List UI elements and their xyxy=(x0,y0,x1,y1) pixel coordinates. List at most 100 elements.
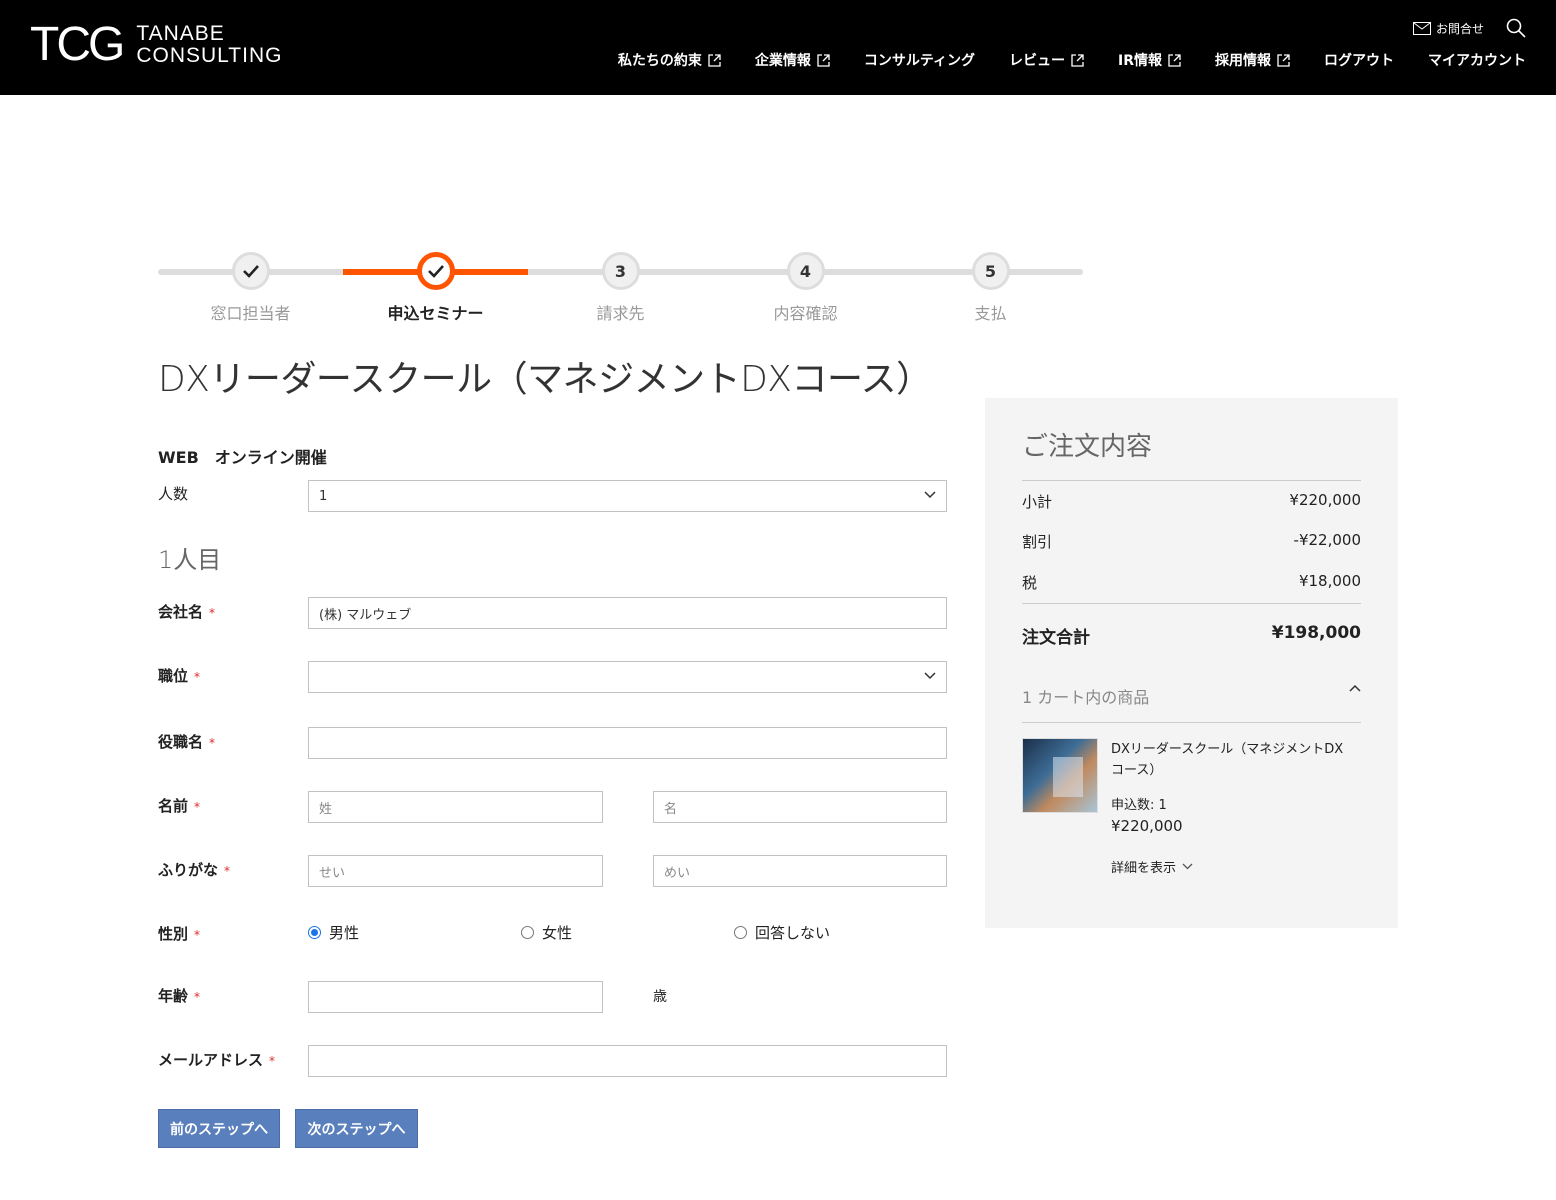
discount-label: 割引 xyxy=(1022,533,1053,551)
person-heading: 1人目 xyxy=(158,546,222,574)
first-name-input[interactable]: 名 xyxy=(653,791,947,823)
chevron-up-icon xyxy=(1349,684,1361,692)
email-label: メールアドレス * xyxy=(158,1049,275,1070)
nav-company[interactable]: 企業情報 xyxy=(755,50,830,70)
age-label: 年齢 * xyxy=(158,985,200,1006)
discount-value: -¥22,000 xyxy=(1293,531,1361,549)
search-icon[interactable] xyxy=(1506,18,1526,38)
radio-label: 男性 xyxy=(329,924,360,942)
company-input[interactable]: (株) マルウェブ xyxy=(308,597,947,629)
external-link-icon xyxy=(817,53,830,67)
last-name-input[interactable]: 姓 xyxy=(308,791,603,823)
label-text: メールアドレス xyxy=(158,1051,264,1069)
nav-recruit[interactable]: 採用情報 xyxy=(1215,50,1290,70)
last-kana-input[interactable]: せい xyxy=(308,855,603,887)
page-title: DXリーダースクール（マネジメントDXコース） xyxy=(158,359,932,400)
radio-label: 女性 xyxy=(542,924,573,942)
total-value: ¥198,000 xyxy=(1271,623,1361,643)
label-text: 年齢 xyxy=(158,987,189,1005)
label-text: 職位 xyxy=(158,667,189,685)
age-input[interactable] xyxy=(308,981,603,1013)
nav-label: 私たちの約束 xyxy=(617,53,702,69)
nav-label: 企業情報 xyxy=(754,53,811,69)
step-payment: 5 支払 xyxy=(898,248,1083,324)
divider xyxy=(1022,603,1361,604)
nav-label: コンサルティング xyxy=(863,53,975,69)
gender-label: 性別 * xyxy=(158,923,200,944)
placeholder: 名 xyxy=(664,801,678,817)
logo-text: TANABE CONSULTING xyxy=(136,23,282,67)
step-circle xyxy=(231,252,270,290)
nav-consulting[interactable]: コンサルティング xyxy=(864,50,975,70)
logo-mark: TCG xyxy=(30,18,125,71)
position-select[interactable] xyxy=(308,661,947,693)
tax-value: ¥18,000 xyxy=(1298,572,1361,590)
radio-selected-icon xyxy=(308,926,321,939)
divider xyxy=(1022,722,1361,723)
kana-label: ふりがな * xyxy=(158,859,230,880)
label-text: 役職名 xyxy=(158,733,204,751)
step-circle: 3 xyxy=(601,252,640,290)
check-icon xyxy=(242,265,259,278)
step-seminar[interactable]: 申込セミナー xyxy=(343,248,528,324)
nav-ir[interactable]: IR情報 xyxy=(1118,50,1181,70)
product-thumbnail xyxy=(1022,738,1098,813)
logo-line-1: TANABE xyxy=(136,22,225,45)
cart-label: 1 カート内の商品 xyxy=(1022,688,1150,707)
position-label: 職位 * xyxy=(158,665,200,686)
order-summary: ご注文内容 小計 ¥220,000 割引 -¥22,000 税 ¥18,000 … xyxy=(985,398,1398,928)
step-label: 支払 xyxy=(974,304,1007,323)
placeholder: 姓 xyxy=(319,801,333,817)
nav-label: レビュー xyxy=(1009,53,1065,69)
external-link-icon xyxy=(1071,53,1084,67)
external-link-icon xyxy=(1277,53,1290,67)
step-label: 窓口担当者 xyxy=(210,304,291,323)
total-label: 注文合計 xyxy=(1022,628,1090,648)
count-select[interactable]: 1 xyxy=(308,480,947,512)
prev-step-button[interactable]: 前のステップへ xyxy=(158,1109,280,1148)
first-kana-input[interactable]: めい xyxy=(653,855,947,887)
contact-link[interactable]: お問合せ xyxy=(1412,20,1484,37)
gender-no-answer-radio[interactable]: 回答しない xyxy=(734,922,830,943)
show-details-link[interactable]: 詳細を表示 xyxy=(1111,857,1193,876)
required-mark: * xyxy=(194,928,201,942)
nav-review[interactable]: レビュー xyxy=(1009,50,1084,70)
chevron-down-icon xyxy=(924,672,936,680)
placeholder: せい xyxy=(319,865,346,881)
required-mark: * xyxy=(269,1054,276,1068)
step-circle xyxy=(416,252,455,290)
nav-logout[interactable]: ログアウト xyxy=(1324,50,1394,70)
nav-label: IR情報 xyxy=(1118,53,1162,69)
step-contact[interactable]: 窓口担当者 xyxy=(158,248,343,324)
job-title-input[interactable] xyxy=(308,727,947,759)
nav-label: ログアウト xyxy=(1324,53,1394,69)
required-mark: * xyxy=(194,670,201,684)
step-circle: 5 xyxy=(971,252,1010,290)
company-value: (株) マルウェブ xyxy=(319,607,412,623)
radio-icon xyxy=(734,926,747,939)
subtotal-row: 小計 ¥220,000 xyxy=(1022,491,1361,512)
discount-row: 割引 -¥22,000 xyxy=(1022,531,1361,552)
cart-items-toggle[interactable]: 1 カート内の商品 xyxy=(1022,684,1361,708)
required-mark: * xyxy=(209,736,216,750)
required-mark: * xyxy=(194,990,201,1004)
utility-bar: お問合せ xyxy=(1412,18,1526,38)
checkout-stepper: 窓口担当者 申込セミナー 3 請求先 4 内容確認 5 支払 xyxy=(158,248,1083,328)
site-logo[interactable]: TCG TANABE CONSULTING xyxy=(30,18,282,71)
gender-female-radio[interactable]: 女性 xyxy=(521,922,572,943)
nav-my-account[interactable]: マイアカウント xyxy=(1428,50,1526,70)
nav-label: マイアカウント xyxy=(1428,53,1526,69)
label-text: 性別 xyxy=(158,925,189,943)
radio-label: 回答しない xyxy=(755,924,831,942)
name-label: 名前 * xyxy=(158,795,200,816)
product-quantity: 申込数: 1 xyxy=(1111,798,1167,813)
subtotal-label: 小計 xyxy=(1022,493,1053,511)
mail-icon xyxy=(1412,21,1431,35)
count-value: 1 xyxy=(319,488,328,504)
divider xyxy=(1022,480,1361,481)
step-confirm: 4 内容確認 xyxy=(713,248,898,324)
email-input[interactable] xyxy=(308,1045,947,1077)
nav-promise[interactable]: 私たちの約束 xyxy=(618,50,721,70)
gender-male-radio[interactable]: 男性 xyxy=(308,922,359,943)
next-step-button[interactable]: 次のステップへ xyxy=(295,1109,418,1148)
